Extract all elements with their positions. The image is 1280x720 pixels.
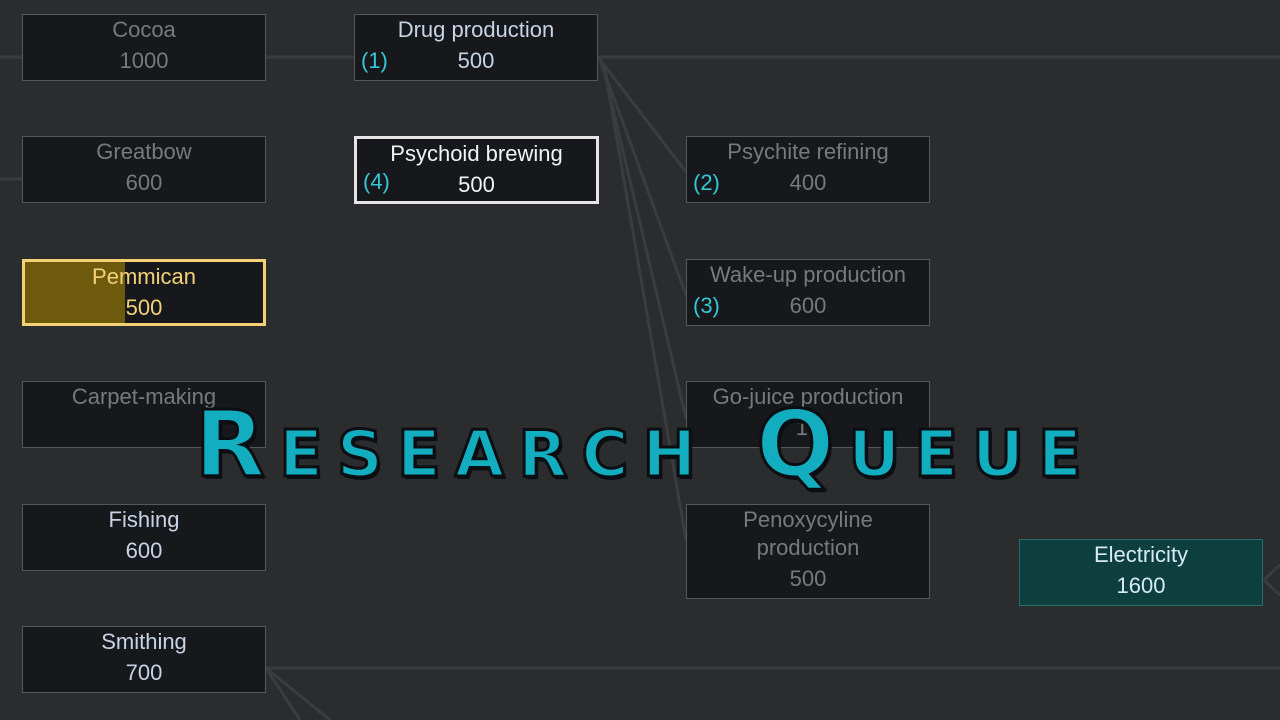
tech-title: Wake-up production (709, 262, 907, 287)
tech-cost: 1000 (119, 48, 169, 73)
tech-cost: 600 (125, 170, 163, 195)
tech-node-electricity[interactable]: Electricity 1600 (1019, 539, 1263, 606)
tech-title: Greatbow (96, 139, 192, 164)
queue-position: (3) (693, 293, 720, 318)
tech-cost: 400 (789, 170, 827, 195)
tech-title: Fishing (108, 507, 180, 532)
tech-node-pemmican[interactable]: Pemmican 500 (22, 259, 266, 326)
tech-title: Psychite refining (727, 139, 889, 164)
tech-title: Smithing (101, 629, 187, 654)
queue-position: (1) (361, 48, 388, 73)
tech-node-cocoa[interactable]: Cocoa 1000 (22, 14, 266, 81)
tech-node-go-juice-production[interactable]: Go-juice production 10 (686, 381, 930, 448)
queue-position: (4) (363, 169, 390, 194)
connector-line (265, 666, 331, 720)
connector-line (602, 63, 688, 541)
tech-title: Carpet-making (71, 384, 217, 409)
tech-cost: 10 (795, 415, 821, 440)
tech-cost: 600 (125, 538, 163, 563)
tech-cost: 500 (789, 566, 827, 591)
tech-node-greatbow[interactable]: Greatbow 600 (22, 136, 266, 203)
tech-node-fishing[interactable]: Fishing 600 (22, 504, 266, 571)
queue-position: (2) (693, 170, 720, 195)
tech-title: Cocoa (112, 17, 176, 42)
tech-title: Penoxycyline production (743, 507, 873, 560)
tech-cost: 500 (125, 295, 163, 320)
tech-cost: 500 (458, 172, 495, 197)
tech-cost: 600 (789, 293, 827, 318)
tech-title: Pemmican (92, 264, 196, 289)
tech-cost: 1600 (1116, 573, 1166, 598)
tech-title: Drug production (397, 17, 555, 42)
tech-node-smithing[interactable]: Smithing 700 (22, 626, 266, 693)
tech-tree-connectors (0, 55, 1280, 720)
tech-node-psychite-refining[interactable]: Psychite refining 400 (2) (686, 136, 930, 203)
tech-title: Psychoid brewing (390, 141, 563, 166)
tech-cost: 500 (457, 48, 495, 73)
connector-line (1262, 578, 1280, 597)
connector-line (598, 59, 688, 296)
tech-title: Electricity (1093, 542, 1189, 567)
tech-node-penoxycyline-production[interactable]: Penoxycyline production 500 (686, 504, 930, 599)
tech-node-psychoid-brewing[interactable]: Psychoid brewing 500 (4) (354, 136, 599, 204)
tech-node-drug-production[interactable]: Drug production 500 (1) (354, 14, 598, 81)
tech-cost: 700 (125, 660, 163, 685)
tech-node-carpet-making[interactable]: Carpet-making (22, 381, 266, 448)
connector-line (1262, 563, 1280, 582)
connector-line (264, 667, 302, 720)
tech-node-wake-up-production[interactable]: Wake-up production 600 (3) (686, 259, 930, 326)
tech-cost (23, 411, 265, 414)
tech-title: Go-juice production (712, 384, 904, 409)
